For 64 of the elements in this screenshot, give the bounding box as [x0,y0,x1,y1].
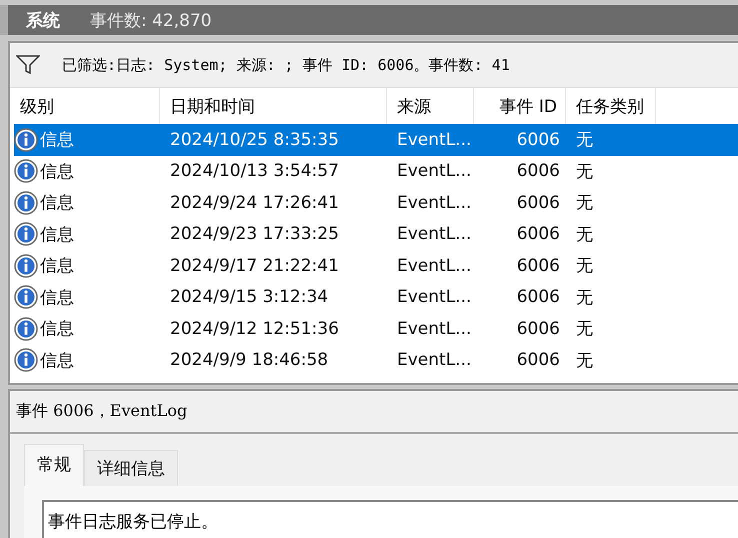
info-icon [14,316,38,341]
datetime-cell-text: 2024/9/15 3:12:34 [169,287,330,308]
info-icon [14,285,38,310]
event-row[interactable]: 信息 2024/9/17 21:22:41 EventL... 6006 无 [14,250,738,282]
task-cell-text: 无 [575,129,594,152]
task-cell-text: 无 [575,224,594,246]
source-cell-text: EventL... [396,256,472,276]
event-row[interactable]: 信息 2024/10/25 8:35:35 EventL... 6006 无 [14,124,738,156]
source-cell-text: EventL... [396,287,472,308]
task-cell-text: 无 [575,318,594,340]
task-cell-text: 无 [575,255,594,278]
info-icon [14,254,38,278]
event-row[interactable]: 信息 2024/9/23 17:33:25 EventL... 6006 无 [14,218,738,250]
event-row[interactable]: 信息 2024/9/15 3:12:34 EventL... 6006 无 [14,282,738,313]
source-cell-text: EventL... [396,224,472,244]
event-id-cell-text: 6006 [516,224,561,244]
tab[interactable]: 常规 [24,444,84,486]
event-count: 事件数: 42,870 [90,10,212,32]
event-id-cell-text: 6006 [516,350,561,370]
task-cell-text: 无 [575,350,594,372]
info-icon [14,128,38,152]
event-id-cell-text: 6006 [516,130,561,150]
source-cell-text: EventL... [396,350,472,370]
task-cell-text: 无 [575,286,594,309]
level-cell-text: 信息 [40,350,74,372]
event-message: 事件日志服务已停止。 [42,500,738,538]
event-id-cell-text: 6006 [516,318,561,339]
level-cell-text: 信息 [40,255,74,278]
info-icon [14,222,38,246]
tab[interactable]: 详细信息 [84,450,178,486]
event-row[interactable]: 信息 2024/9/24 17:26:41 EventL... 6006 无 [14,187,738,218]
datetime-cell-text: 2024/9/24 17:26:41 [169,192,340,213]
level-cell-text: 信息 [40,286,74,309]
datetime-cell-text: 2024/9/12 12:51:36 [169,318,340,339]
event-row[interactable]: 信息 2024/9/12 12:51:36 EventL... 6006 无 [14,313,738,344]
datetime-cell-text: 2024/10/13 3:54:57 [169,161,340,182]
level-cell-text: 信息 [40,192,74,214]
log-title: 系统 [26,10,60,32]
event-id-cell-text: 6006 [516,161,561,182]
filter-icon[interactable] [16,55,40,75]
info-icon [14,348,38,372]
datetime-cell-text: 2024/9/23 17:33:25 [169,224,340,244]
event-title: 事件 6006，EventLog [10,391,738,434]
source-cell-text: EventL... [396,318,472,339]
event-id-cell-text: 6006 [516,287,561,308]
level-cell-text: 信息 [40,224,74,246]
info-icon [14,190,38,215]
event-id-cell-text: 6006 [516,256,561,276]
source-cell-text: EventL... [396,130,472,150]
datetime-cell-text: 2024/9/17 21:22:41 [169,256,340,276]
event-row[interactable]: 信息 2024/10/13 3:54:57 EventL... 6006 无 [14,156,738,187]
info-icon [14,159,38,184]
task-cell-text: 无 [575,192,594,214]
level-cell-text: 信息 [40,129,74,152]
source-cell-text: EventL... [396,161,472,182]
task-cell-text: 无 [575,160,594,183]
filter-summary: 已筛选:日志: System; 来源: ; 事件 ID: 6006。事件数: 41 [62,56,510,74]
event-row[interactable]: 信息 2024/9/9 18:46:58 EventL... 6006 无 [14,344,738,376]
source-cell-text: EventL... [396,192,472,213]
level-cell-text: 信息 [40,318,74,340]
datetime-cell-text: 2024/10/25 8:35:35 [169,130,340,150]
level-cell-text: 信息 [40,160,74,183]
datetime-cell-text: 2024/9/9 18:46:58 [169,350,330,370]
event-id-cell-text: 6006 [516,192,561,213]
